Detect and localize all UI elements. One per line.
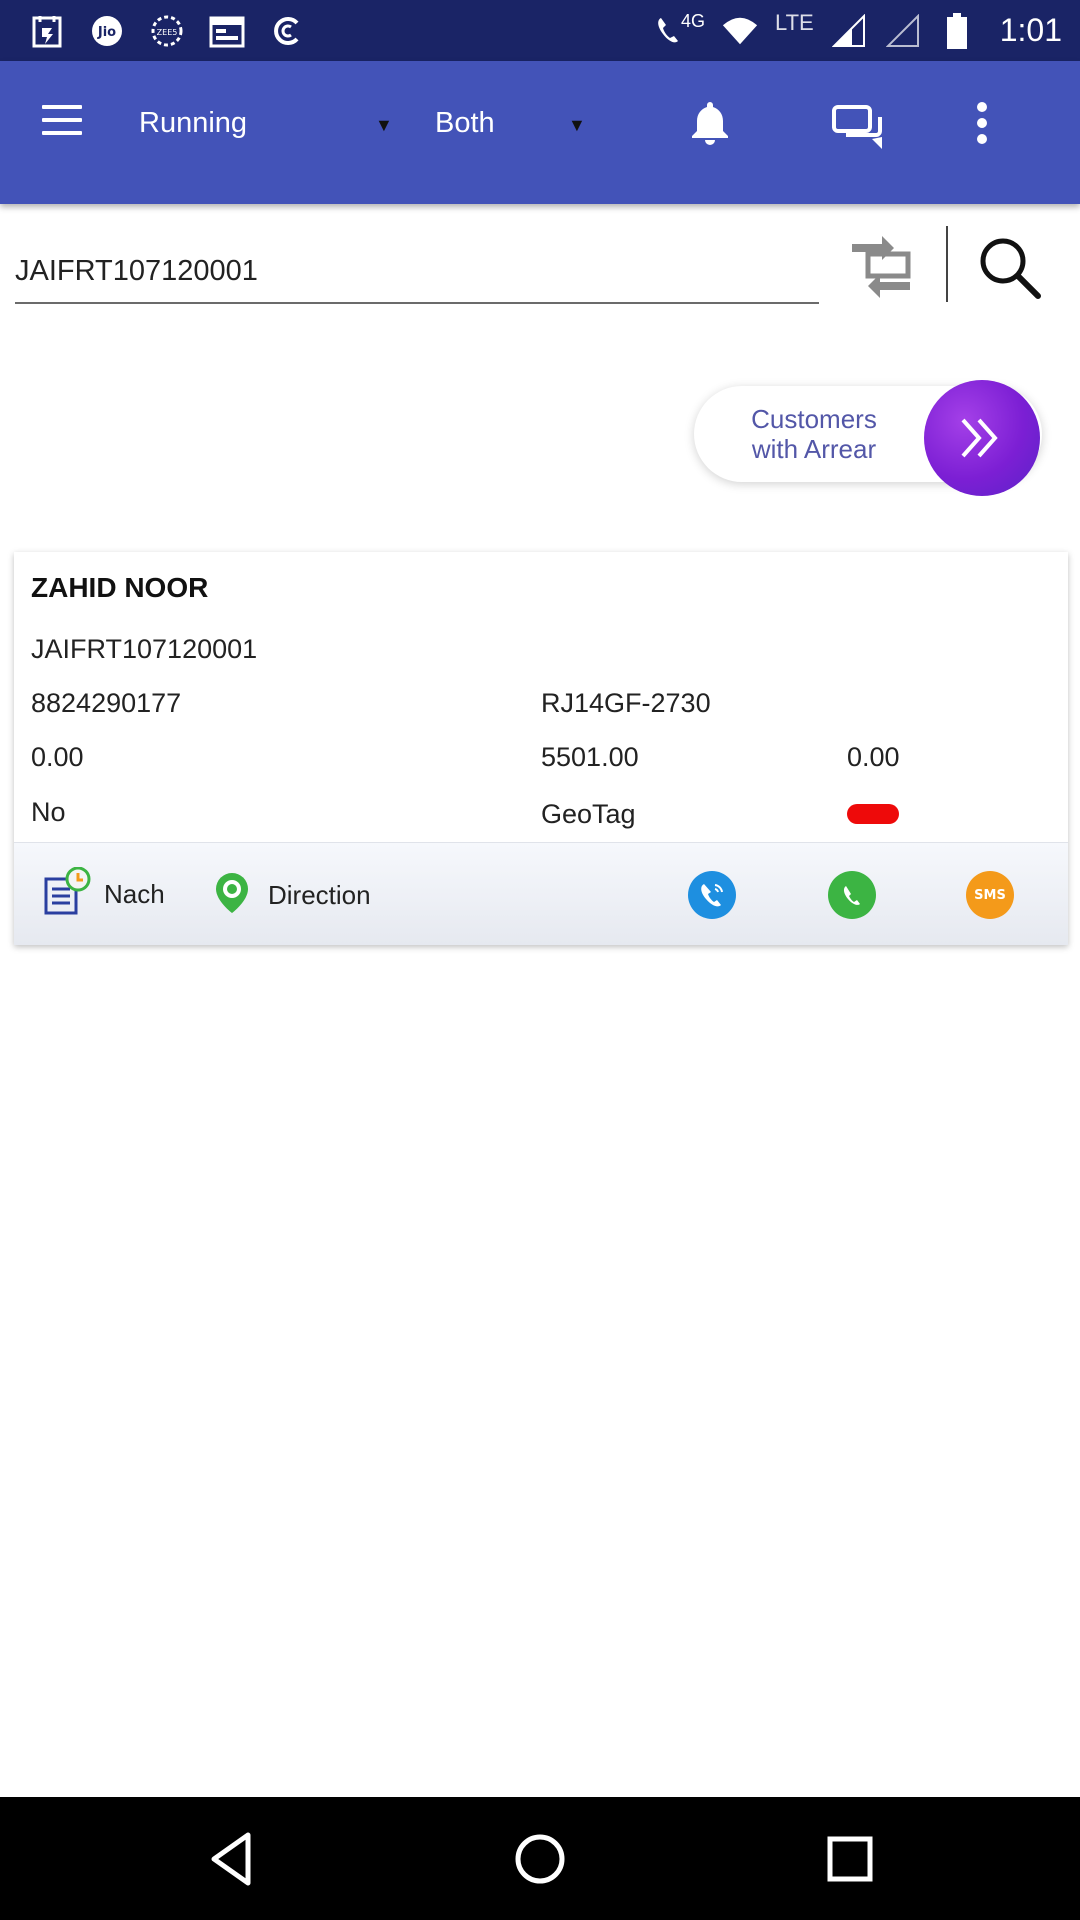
svg-text:ZEE5: ZEE5	[157, 28, 178, 37]
status-filter-dropdown[interactable]: Running ▼	[139, 107, 399, 153]
amount-2: 5501.00	[541, 742, 639, 772]
direction-button[interactable]: Direction	[214, 871, 371, 920]
amount-1: 0.00	[31, 742, 84, 772]
arrear-button-label: Customers with Arrear	[714, 404, 914, 464]
arrear-label-line2: with Arrear	[751, 434, 877, 464]
zee5-icon: ZEE5	[148, 12, 186, 50]
phone-call-icon[interactable]	[688, 871, 736, 919]
wifi-icon	[721, 12, 759, 50]
screen: Jio ZEE5 4G LTE 1:01 Running ▼ Both ▼ JA…	[0, 0, 1080, 1920]
network-type-label: 4G	[680, 11, 705, 31]
sms-badge-label: SMS	[974, 887, 1006, 903]
customers-with-arrear-button[interactable]: Customers with Arrear	[694, 380, 1042, 496]
signal-strength-2-icon	[884, 12, 922, 50]
divider	[946, 226, 948, 302]
search-input[interactable]	[15, 240, 819, 304]
account-id: JAIFRT107120001	[31, 634, 258, 664]
customer-name: ZAHID NOOR	[31, 572, 209, 603]
more-options-icon[interactable]	[968, 97, 996, 149]
arrear-label-line1: Customers	[751, 404, 877, 434]
back-icon[interactable]	[200, 1827, 264, 1891]
whatsapp-icon[interactable]	[828, 871, 876, 919]
dropdown-caret-icon: ▼	[568, 115, 586, 135]
dropdown-caret-icon: ▼	[375, 115, 393, 135]
hamburger-menu-icon[interactable]	[42, 105, 86, 145]
sms-icon[interactable]: SMS	[966, 871, 1014, 919]
home-icon[interactable]	[508, 1827, 572, 1891]
nach-clock-icon	[42, 866, 92, 922]
geotag-label: GeoTag	[541, 799, 636, 829]
recent-apps-icon[interactable]	[818, 1827, 882, 1891]
amount-3: 0.00	[847, 742, 900, 772]
search-icon[interactable]	[976, 234, 1044, 302]
wifi-calling-icon: 4G	[653, 11, 705, 50]
double-chevron-right-icon	[924, 380, 1040, 496]
geotag-status-indicator	[847, 804, 899, 824]
chat-messages-icon[interactable]	[830, 101, 890, 155]
customer-card[interactable]: ZAHID NOOR JAIFRT107120001 8824290177 RJ…	[14, 552, 1068, 945]
type-filter-dropdown[interactable]: Both ▼	[435, 107, 595, 153]
jio-icon: Jio	[88, 12, 126, 50]
map-pin-icon	[214, 871, 250, 920]
vehicle-number: RJ14GF-2730	[541, 688, 711, 718]
nach-button[interactable]: Nach	[42, 866, 165, 922]
svg-text:Jio: Jio	[97, 25, 116, 40]
direction-label: Direction	[268, 880, 371, 910]
card-action-bar: Nach Direction SMS	[14, 842, 1068, 945]
search-row	[0, 204, 1080, 324]
nach-label: Nach	[104, 879, 165, 909]
app-bar: Running ▼ Both ▼	[0, 61, 1080, 204]
calendar-icon	[208, 12, 246, 50]
battery-icon	[938, 12, 976, 50]
system-navigation-bar	[0, 1797, 1080, 1920]
status-bar: Jio ZEE5 4G LTE 1:01	[0, 0, 1080, 61]
type-filter-value: Both	[435, 107, 495, 139]
c-app-icon	[268, 12, 306, 50]
phone-number: 8824290177	[31, 688, 182, 718]
scan-card-icon[interactable]	[846, 230, 916, 302]
clock: 1:01	[999, 12, 1062, 48]
swiggy-icon	[28, 12, 66, 50]
lte-label: LTE	[775, 9, 814, 35]
flag-value: No	[31, 797, 66, 827]
signal-strength-icon	[830, 12, 868, 50]
notification-bell-icon[interactable]	[686, 95, 734, 151]
status-filter-value: Running	[139, 107, 248, 139]
